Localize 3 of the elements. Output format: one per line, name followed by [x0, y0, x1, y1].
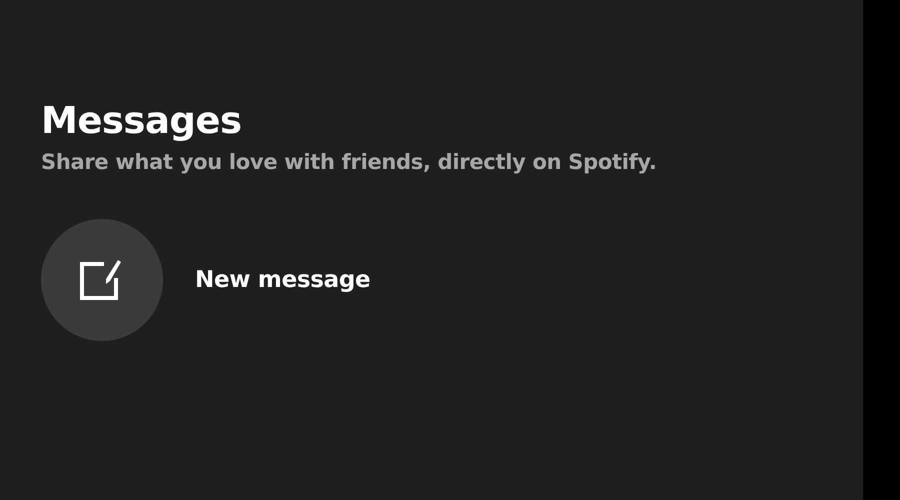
page-subtitle: Share what you love with friends, directly on Spotify. — [41, 150, 658, 174]
page-title: Messages — [41, 98, 243, 144]
new-message-link[interactable]: New message — [195, 267, 370, 293]
